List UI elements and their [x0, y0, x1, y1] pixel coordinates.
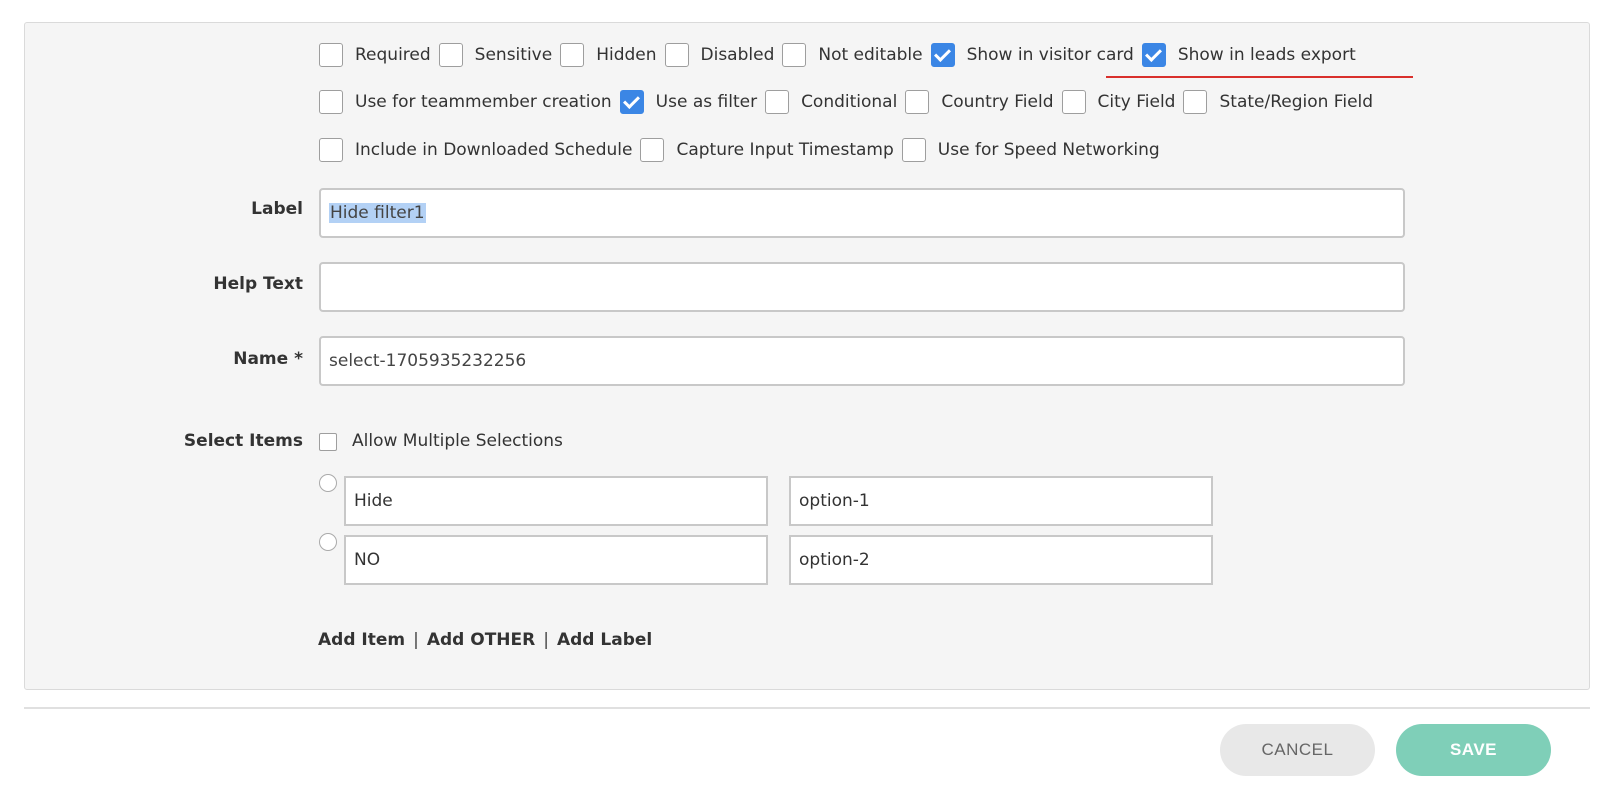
option-disabled[interactable]: Disabled	[664, 43, 775, 67]
link-separator: |	[543, 630, 549, 650]
option-include-in-downloaded-schedule[interactable]: Include in Downloaded Schedule	[319, 138, 632, 162]
option-state-region-field[interactable]: State/Region Field	[1183, 90, 1373, 114]
name-input[interactable]: select-1705935232256	[319, 336, 1405, 386]
options-row-2: Use for teammember creation Use as filte…	[319, 86, 1381, 118]
option-label: Country Field	[941, 92, 1054, 112]
sensitive-checkbox[interactable]	[438, 43, 463, 67]
not-editable-checkbox[interactable]	[782, 43, 807, 67]
help-text-input[interactable]	[319, 262, 1405, 312]
name-field-label: Name *	[233, 349, 303, 369]
add-links: Add Item | Add OTHER | Add Label	[318, 630, 652, 650]
option-label: Capture Input Timestamp	[676, 140, 894, 160]
item-2-text-input[interactable]: NO	[344, 535, 768, 585]
name-input-value: select-1705935232256	[329, 351, 527, 371]
option-label: City Field	[1097, 92, 1176, 112]
option-label: Sensitive	[474, 45, 553, 65]
allow-multiple-checkbox[interactable]	[319, 433, 337, 451]
save-button[interactable]: SAVE	[1396, 724, 1551, 776]
downloaded-schedule-checkbox[interactable]	[319, 138, 343, 162]
conditional-checkbox[interactable]	[765, 90, 790, 114]
option-required[interactable]: Required	[319, 43, 431, 67]
show-in-leads-export-checkbox[interactable]	[1141, 43, 1166, 67]
teammember-creation-checkbox[interactable]	[319, 90, 343, 114]
highlight-underline	[1106, 76, 1413, 78]
footer-divider	[24, 707, 1590, 709]
label-field-label: Label	[251, 199, 303, 219]
country-field-checkbox[interactable]	[905, 90, 930, 114]
option-label: Conditional	[801, 92, 898, 112]
hidden-checkbox[interactable]	[560, 43, 585, 67]
item-text: Hide	[354, 491, 393, 511]
option-label: Hidden	[596, 45, 657, 65]
state-region-field-checkbox[interactable]	[1183, 90, 1208, 114]
show-in-visitor-card-checkbox[interactable]	[930, 43, 955, 67]
capture-timestamp-checkbox[interactable]	[640, 138, 665, 162]
add-item-link[interactable]: Add Item	[318, 630, 405, 650]
item-2-value-input[interactable]: option-2	[789, 535, 1213, 585]
item-1-default-radio[interactable]	[319, 474, 337, 492]
option-city-field[interactable]: City Field	[1061, 90, 1176, 114]
options-row-1: Required Sensitive Hidden Disabled Not e…	[319, 39, 1364, 71]
option-label: Required	[355, 45, 431, 65]
use-as-filter-checkbox[interactable]	[619, 90, 644, 114]
item-text: NO	[354, 550, 381, 570]
item-1-text-input[interactable]: Hide	[344, 476, 768, 526]
option-country-field[interactable]: Country Field	[905, 90, 1054, 114]
option-label: Use for teammember creation	[355, 92, 612, 112]
link-separator: |	[413, 630, 419, 650]
option-use-as-filter[interactable]: Use as filter	[619, 90, 758, 114]
speed-networking-checkbox[interactable]	[901, 138, 926, 162]
option-label: Show in leads export	[1177, 45, 1356, 65]
option-label: Include in Downloaded Schedule	[355, 140, 633, 160]
options-row-3: Include in Downloaded Schedule Capture I…	[319, 134, 1168, 166]
help-text-label: Help Text	[213, 274, 303, 294]
option-label: State/Region Field	[1219, 92, 1374, 112]
option-conditional[interactable]: Conditional	[765, 90, 897, 114]
add-label-link[interactable]: Add Label	[557, 630, 652, 650]
required-checkbox[interactable]	[319, 43, 343, 67]
option-show-in-visitor-card[interactable]: Show in visitor card	[930, 43, 1134, 67]
option-label: Use as filter	[655, 92, 758, 112]
disabled-checkbox[interactable]	[664, 43, 689, 67]
item-1-value-input[interactable]: option-1	[789, 476, 1213, 526]
item-value: option-2	[799, 550, 870, 570]
option-show-in-leads-export[interactable]: Show in leads export	[1141, 43, 1356, 67]
label-input[interactable]: Hide filter1	[319, 188, 1405, 238]
option-capture-input-timestamp[interactable]: Capture Input Timestamp	[640, 138, 894, 162]
cancel-button[interactable]: CANCEL	[1220, 724, 1375, 776]
option-use-for-speed-networking[interactable]: Use for Speed Networking	[901, 138, 1160, 162]
item-2-default-radio[interactable]	[319, 533, 337, 551]
item-value: option-1	[799, 491, 870, 511]
label-input-value: Hide filter1	[329, 203, 426, 223]
select-items-label: Select Items	[183, 431, 303, 451]
option-use-for-teammember-creation[interactable]: Use for teammember creation	[319, 90, 612, 114]
option-label: Use for Speed Networking	[937, 140, 1160, 160]
allow-multiple-label: Allow Multiple Selections	[352, 431, 563, 451]
add-other-link[interactable]: Add OTHER	[427, 630, 535, 650]
option-not-editable[interactable]: Not editable	[782, 43, 923, 67]
option-label: Disabled	[700, 45, 775, 65]
option-label: Show in visitor card	[966, 45, 1134, 65]
option-hidden[interactable]: Hidden	[560, 43, 657, 67]
option-label: Not editable	[818, 45, 923, 65]
city-field-checkbox[interactable]	[1061, 90, 1086, 114]
option-sensitive[interactable]: Sensitive	[438, 43, 553, 67]
